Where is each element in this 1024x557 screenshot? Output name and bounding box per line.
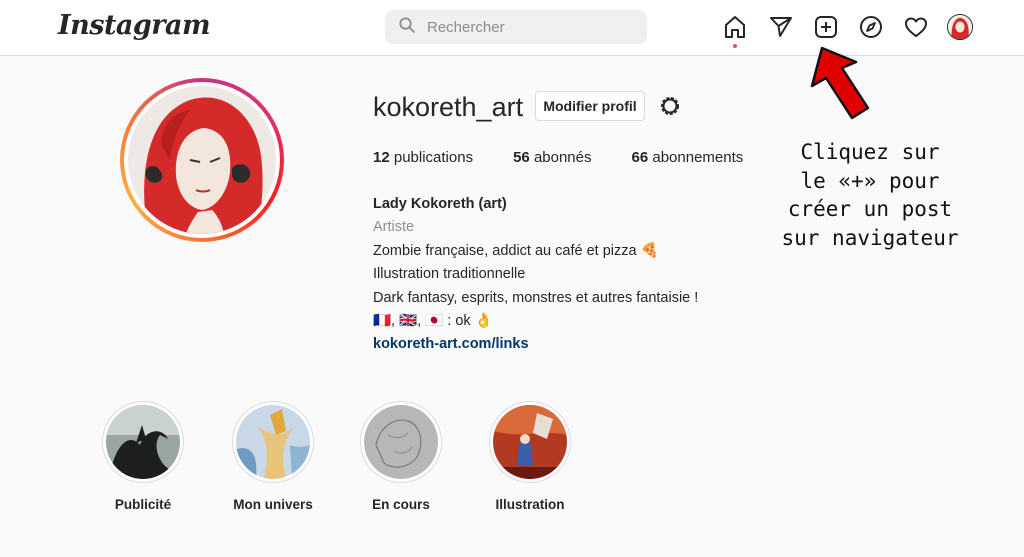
bio-line: Dark fantasy, esprits, monstres et autre… (373, 289, 699, 306)
home-icon[interactable] (722, 14, 748, 48)
profile-display-name: Lady Kokoreth (art) (373, 196, 507, 212)
bio-line: Illustration traditionnelle (373, 266, 526, 283)
bio-line: Zombie française, addict au café et pizz… (373, 242, 659, 259)
send-icon[interactable] (768, 14, 794, 40)
profile-bio: Lady Kokoreth (art) Artiste Zombie franç… (373, 193, 698, 357)
publications-count: 12 publications (373, 149, 474, 166)
bio-line: 🇫🇷, 🇬🇧, 🇯🇵 : ok 👌 (373, 313, 493, 330)
avatar[interactable] (947, 14, 973, 40)
highlight-label: En cours (372, 497, 430, 512)
highlight-mon-univers[interactable]: Mon univers (228, 401, 318, 512)
highlight-en-cours[interactable]: En cours (356, 401, 446, 512)
profile-username: kokoreth_art (373, 92, 524, 122)
highlight-label: Mon univers (233, 497, 313, 512)
highlight-label: Publicité (114, 497, 172, 512)
highlight-label: Illustration (495, 497, 565, 512)
profile-category: Artiste (373, 219, 415, 236)
highlight-cover (106, 405, 180, 479)
highlight-cover (364, 405, 438, 479)
search-icon (399, 16, 415, 38)
edit-profile-button[interactable]: Modifier profil (535, 91, 645, 121)
profile-picture[interactable] (120, 78, 284, 242)
highlight-illustration[interactable]: Illustration (485, 401, 575, 512)
red-arrow-icon (808, 42, 872, 122)
highlight-publicite[interactable]: Publicité (98, 401, 188, 512)
profile-website-link[interactable]: kokoreth-art.com/links (373, 336, 529, 352)
search-input[interactable] (425, 17, 629, 37)
search-box[interactable] (385, 10, 647, 44)
annotation-text: Cliquez sur le «+» pour créer un post su… (781, 140, 959, 250)
instagram-logo[interactable]: Instagram (58, 10, 211, 41)
profile-stats: 12 publications 56 abonnés 66 abonnement… (373, 149, 783, 166)
followers-link[interactable]: 56 abonnés (513, 149, 591, 166)
explore-icon[interactable] (858, 14, 884, 40)
highlight-cover (236, 405, 310, 479)
highlight-cover (493, 405, 567, 479)
notification-dot (733, 44, 737, 48)
gear-icon[interactable] (657, 93, 683, 119)
following-link[interactable]: 66 abonnements (632, 149, 744, 166)
new-post-icon[interactable] (813, 14, 839, 40)
heart-icon[interactable] (903, 14, 929, 40)
